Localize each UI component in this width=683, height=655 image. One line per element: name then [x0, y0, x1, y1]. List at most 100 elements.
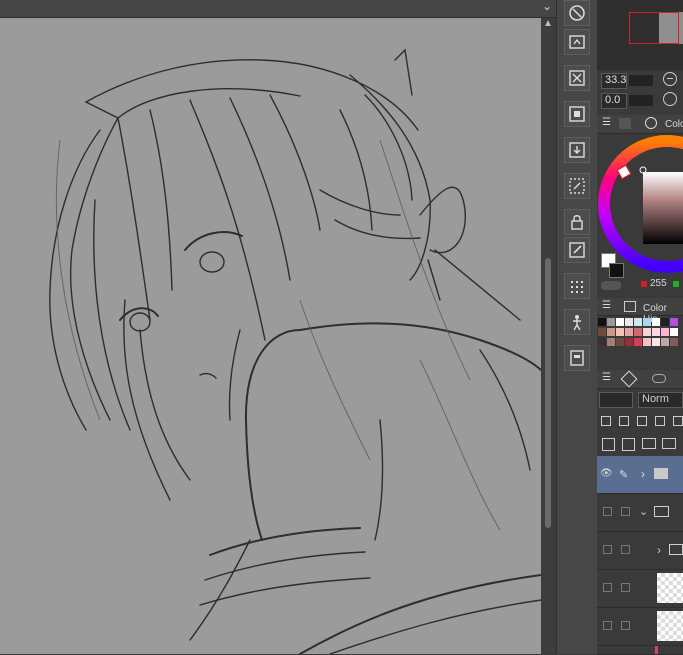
visibility-toggle[interactable] — [603, 583, 612, 592]
visibility-toggle[interactable] — [603, 621, 612, 630]
chevron-right-icon[interactable]: › — [641, 467, 645, 481]
color-swatch[interactable] — [607, 328, 615, 336]
chevron-down-icon[interactable]: ⌄ — [639, 505, 648, 518]
draft-layer-icon[interactable] — [637, 416, 647, 426]
angle-slider[interactable] — [629, 95, 653, 106]
clip-icon[interactable] — [601, 416, 611, 426]
layer-panel-header: ☰ — [597, 370, 683, 389]
layer-color-select[interactable] — [599, 392, 633, 408]
color-tab-label[interactable]: Color — [665, 119, 683, 130]
edit-toggle[interactable] — [621, 507, 630, 516]
clear-icon[interactable] — [564, 65, 590, 91]
green-channel-icon — [673, 281, 679, 287]
color-history-header: ☰ Color His — [597, 298, 683, 325]
color-wheel-tab-icon[interactable] — [645, 117, 657, 129]
layer-row[interactable] — [597, 570, 683, 608]
grid-icon[interactable] — [564, 273, 590, 299]
edit-toggle[interactable] — [621, 545, 630, 554]
lock-alpha-icon[interactable] — [673, 416, 683, 426]
layer-property-tab-icon[interactable] — [652, 374, 666, 383]
color-swatch[interactable] — [643, 318, 651, 326]
visibility-toggle[interactable] — [603, 507, 612, 516]
color-swatch[interactable] — [625, 318, 633, 326]
color-swatch[interactable] — [625, 328, 633, 336]
new-vector-layer-icon[interactable] — [622, 438, 635, 451]
edit-toggle[interactable] — [621, 621, 630, 630]
angle-field[interactable]: 0.0 — [601, 93, 627, 109]
navigator-preview[interactable] — [597, 0, 683, 70]
chevron-down-icon[interactable]: ⌄ — [542, 0, 552, 13]
red-channel-value: 255 — [650, 278, 667, 289]
color-swatch[interactable] — [634, 318, 642, 326]
drawing-canvas[interactable] — [0, 18, 541, 654]
transform-icon[interactable] — [564, 173, 590, 199]
layer-row[interactable]: ⌄ — [597, 494, 683, 532]
lineart-sketch — [49, 48, 541, 654]
reference-icon[interactable] — [564, 345, 590, 371]
reference-layer-icon[interactable] — [619, 416, 629, 426]
transparent-color-toggle[interactable] — [601, 281, 621, 290]
blend-mode-select[interactable]: Norm — [638, 392, 683, 408]
color-swatch[interactable] — [607, 318, 615, 326]
figure-icon[interactable] — [564, 309, 590, 335]
color-swatch[interactable] — [598, 338, 606, 346]
menu-icon[interactable]: ☰ — [602, 372, 611, 383]
color-swatch[interactable] — [616, 328, 624, 336]
color-swatch[interactable] — [598, 318, 606, 326]
layer-row[interactable]: › — [597, 532, 683, 570]
color-swatch[interactable] — [634, 338, 642, 346]
color-swatch[interactable] — [661, 318, 669, 326]
scrollbar-thumb[interactable] — [545, 258, 551, 528]
pen-icon[interactable]: ✎ — [619, 468, 628, 481]
sub-color-swatch[interactable] — [609, 263, 624, 278]
color-swatch-grid[interactable] — [598, 318, 683, 358]
download-icon[interactable] — [564, 137, 590, 163]
edit-toggle[interactable] — [621, 583, 630, 592]
copy-layer-icon[interactable] — [662, 438, 676, 449]
new-folder-icon[interactable] — [642, 438, 656, 449]
color-swatch[interactable] — [616, 338, 624, 346]
color-swatch[interactable] — [661, 328, 669, 336]
zoom-out-icon[interactable] — [663, 72, 677, 86]
color-swatch[interactable] — [634, 328, 642, 336]
fill-icon[interactable] — [564, 101, 590, 127]
new-raster-layer-icon[interactable] — [602, 438, 615, 451]
color-swatch[interactable] — [670, 318, 678, 326]
color-swatch[interactable] — [652, 338, 660, 346]
import-image-icon[interactable] — [564, 29, 590, 55]
color-swatch[interactable] — [643, 328, 651, 336]
scroll-up-icon[interactable]: ▲ — [543, 18, 553, 29]
zoom-slider[interactable] — [629, 75, 653, 86]
color-swatch[interactable] — [625, 338, 633, 346]
navigator-view-frame[interactable] — [629, 12, 679, 44]
menu-icon[interactable]: ☰ — [602, 117, 611, 128]
lock-layer-icon[interactable] — [564, 209, 590, 235]
color-set-icon[interactable] — [624, 301, 636, 312]
gear-icon[interactable] — [564, 0, 590, 26]
color-swatch[interactable] — [607, 338, 615, 346]
lock-icon[interactable] — [655, 416, 665, 426]
visibility-toggle[interactable] — [603, 545, 612, 554]
edit-icon[interactable] — [564, 237, 590, 263]
eye-icon[interactable]: 👁 — [600, 468, 613, 479]
chevron-right-icon[interactable]: › — [657, 543, 661, 557]
canvas-tab-strip: ⌄ — [0, 0, 556, 18]
menu-icon[interactable]: ☰ — [602, 300, 611, 311]
color-swatch[interactable] — [670, 328, 678, 336]
color-swatch[interactable] — [598, 328, 606, 336]
layer-lock-toolbar — [600, 414, 683, 428]
zoom-field[interactable]: 33.3 — [601, 73, 627, 89]
canvas-vertical-scrollbar[interactable]: ▲ — [541, 18, 556, 654]
color-swatch[interactable] — [616, 318, 624, 326]
panel-tab-icon[interactable] — [619, 118, 631, 129]
color-swatch[interactable] — [643, 338, 651, 346]
layer-row[interactable] — [597, 608, 683, 646]
color-swatch[interactable] — [670, 338, 678, 346]
red-channel-icon — [641, 281, 647, 287]
layer-tab-icon[interactable] — [620, 370, 638, 388]
layer-row-selected[interactable]: 👁 ✎ › — [597, 456, 683, 494]
layer-thumbnail — [657, 573, 683, 603]
color-swatch[interactable] — [661, 338, 669, 346]
color-swatch[interactable] — [652, 318, 660, 326]
color-swatch[interactable] — [652, 328, 660, 336]
